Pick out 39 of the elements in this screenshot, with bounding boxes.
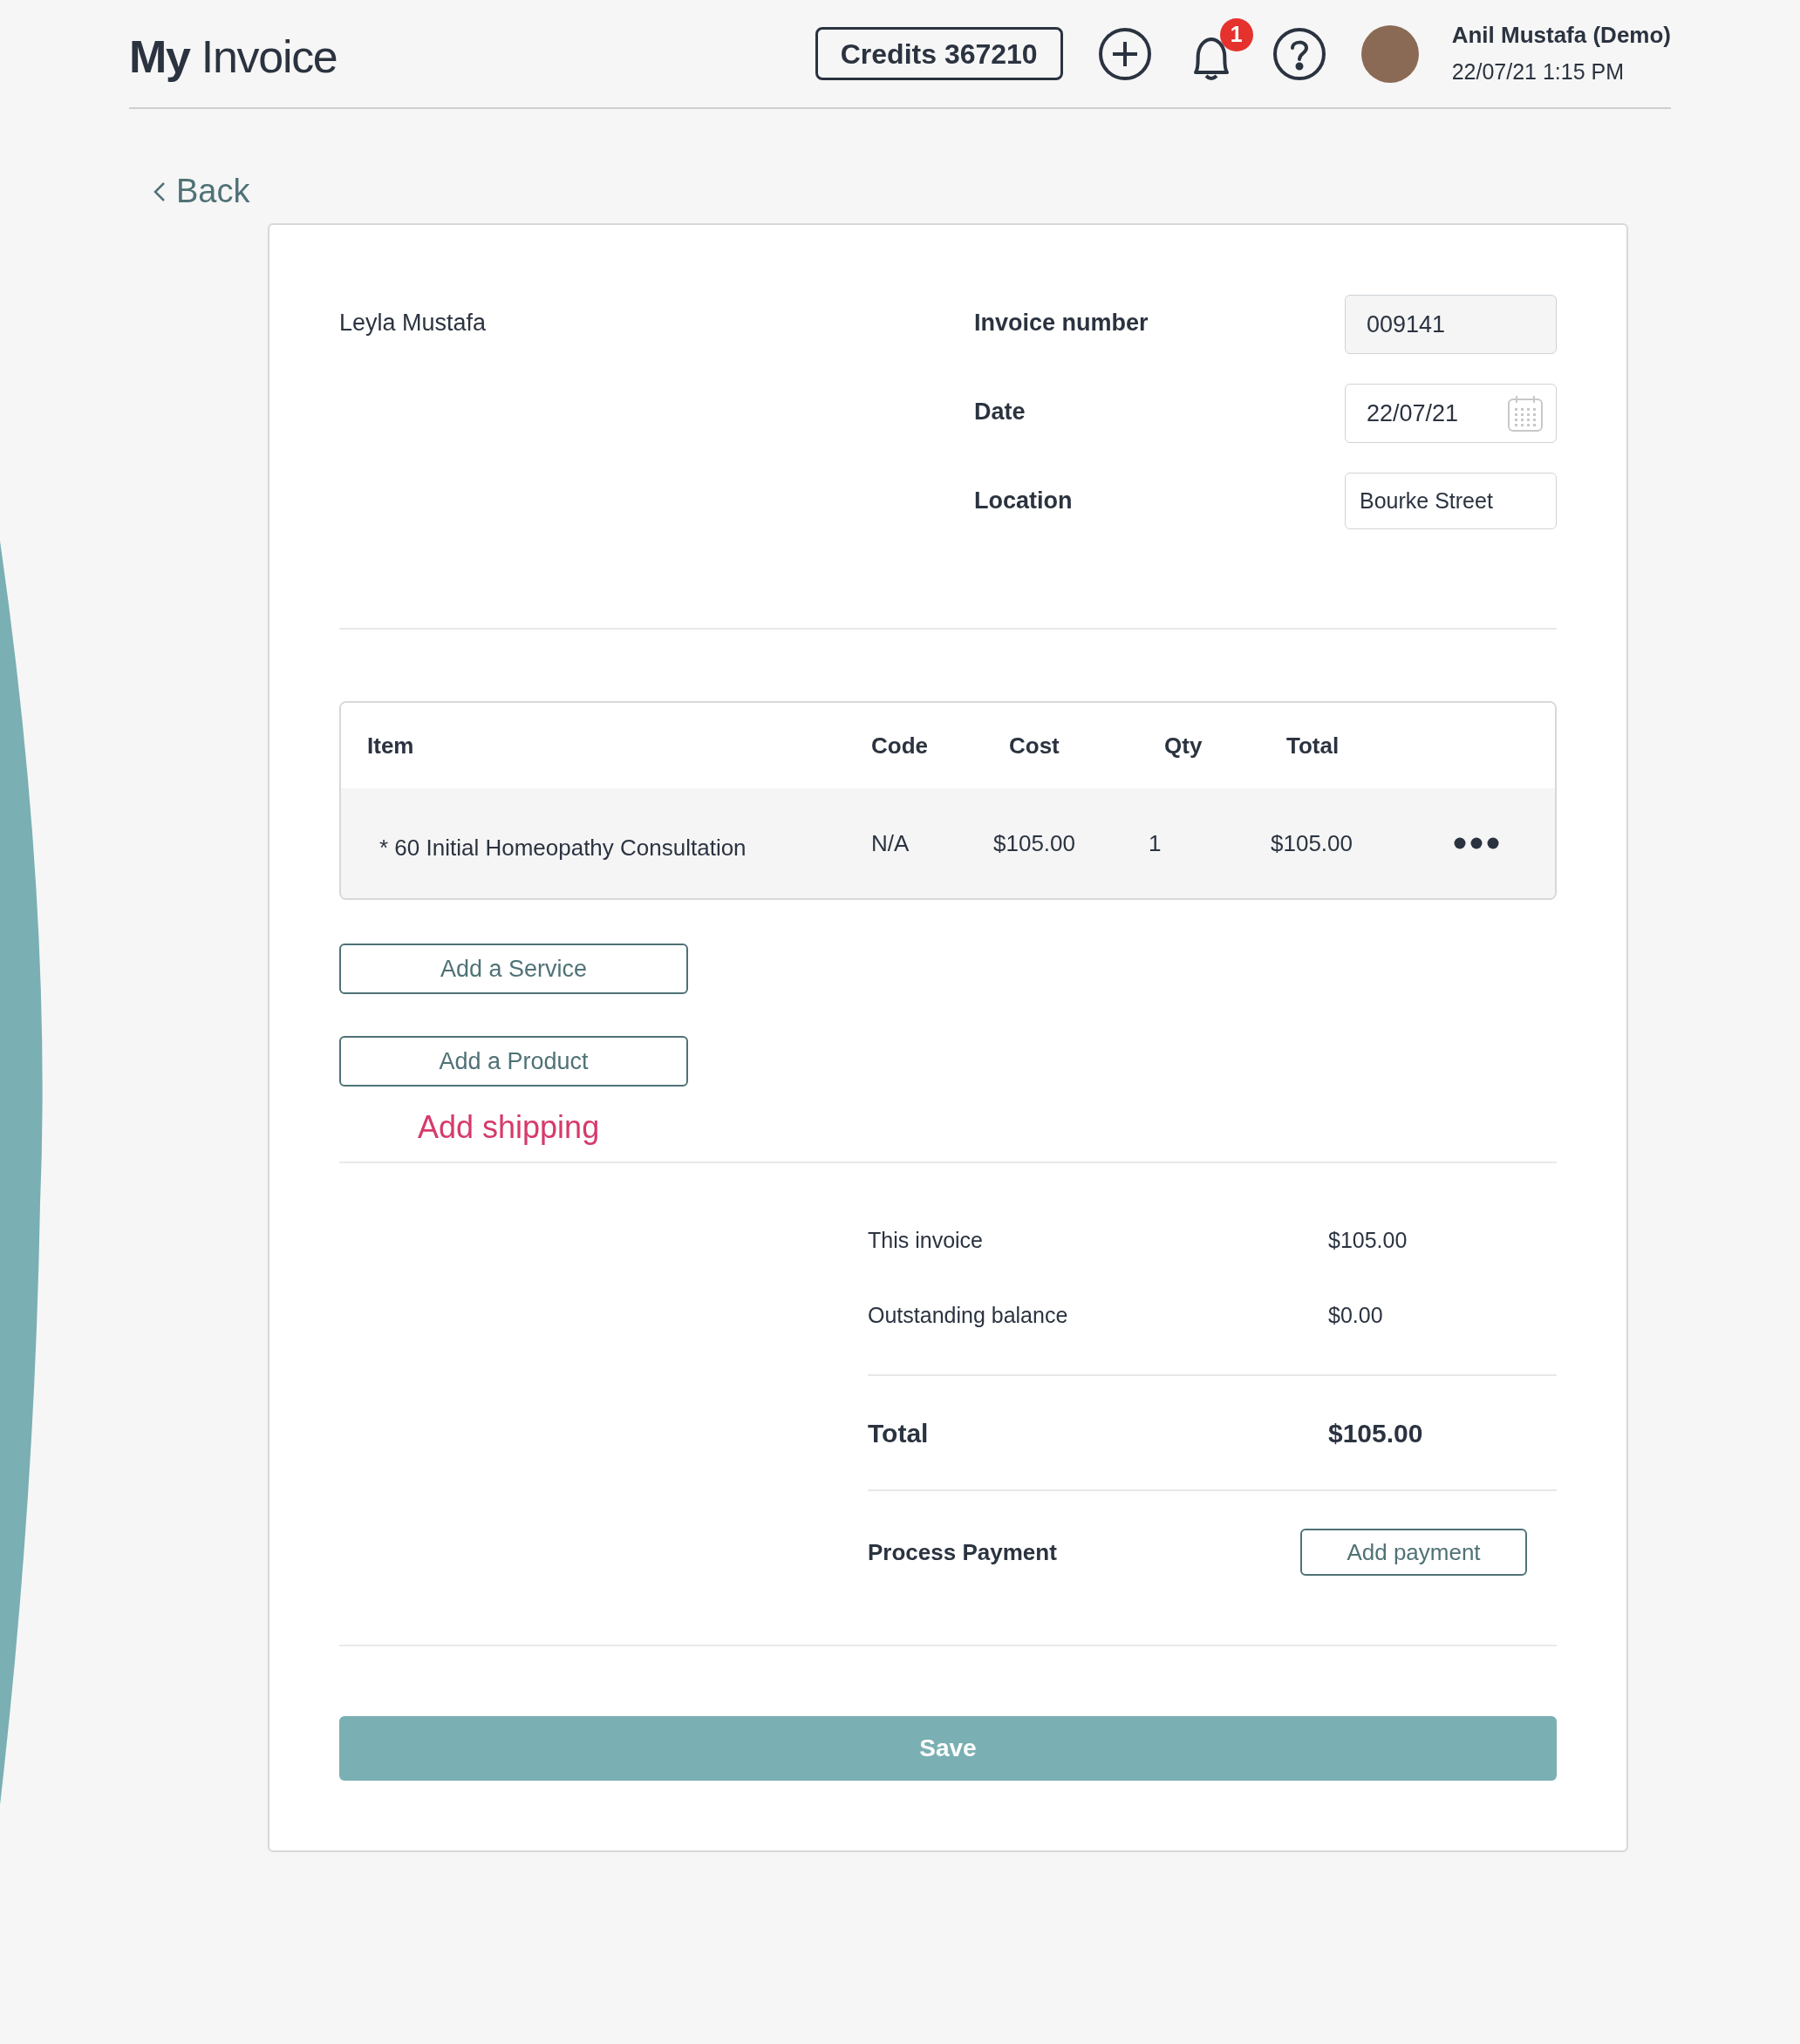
date-field[interactable]: 22/07/21 bbox=[1345, 384, 1557, 443]
column-header: Qty bbox=[1163, 731, 1203, 760]
column-header: Code bbox=[871, 731, 929, 760]
back-link[interactable]: Back bbox=[153, 167, 250, 216]
notification-badge: 1 bbox=[1219, 17, 1253, 51]
field-label: Invoice number bbox=[974, 309, 1149, 337]
table-cell-text: $105.00 bbox=[993, 828, 1076, 858]
total-label: Total bbox=[868, 1417, 930, 1449]
field-label: Date bbox=[974, 398, 1026, 426]
column-header: Cost bbox=[1008, 731, 1060, 760]
credits-badge: Credits 367210 bbox=[815, 27, 1063, 80]
table-cell-text: * 60 Initial Homeopathy Consultation bbox=[378, 833, 747, 862]
add-item-button[interactable]: Add a Service bbox=[339, 944, 688, 994]
summary-value: $0.00 bbox=[1328, 1302, 1383, 1329]
table-cell-text: 1 bbox=[1149, 828, 1162, 858]
chevron-left-icon bbox=[153, 181, 166, 202]
column-header: Total bbox=[1285, 731, 1340, 760]
location-field[interactable]: Bourke Street bbox=[1345, 473, 1557, 529]
datetime-text: 22/07/21 1:15 PM bbox=[1451, 58, 1626, 86]
user-name: Anil Mustafa (Demo) bbox=[1451, 21, 1671, 51]
process-payment-label: Process Payment bbox=[868, 1537, 1058, 1567]
add-item-button[interactable]: Add a Product bbox=[339, 1036, 688, 1087]
plus-circle-icon[interactable] bbox=[1097, 26, 1152, 81]
field-label: Location bbox=[974, 487, 1073, 515]
summary-label: This invoice bbox=[868, 1227, 984, 1254]
column-header: Item bbox=[367, 731, 415, 760]
summary-label: Outstanding balance bbox=[868, 1302, 1069, 1329]
total-value: $105.00 bbox=[1328, 1417, 1423, 1449]
table-cell-text: $105.00 bbox=[1271, 828, 1353, 858]
date-value: 22/07/21 bbox=[1367, 399, 1459, 428]
customer-name: Leyla Mustafa bbox=[339, 309, 487, 337]
help-icon[interactable] bbox=[1272, 26, 1326, 81]
more-options-icon[interactable] bbox=[1454, 837, 1499, 849]
add-shipping-link[interactable]: Add shipping bbox=[418, 1109, 600, 1145]
invoice-number-field[interactable]: 009141 bbox=[1345, 295, 1557, 354]
add-payment-button[interactable]: Add payment bbox=[1300, 1529, 1527, 1576]
table-cell-text: N/A bbox=[871, 828, 910, 858]
app-logo: My Invoice bbox=[129, 30, 338, 84]
summary-value: $105.00 bbox=[1328, 1227, 1408, 1254]
